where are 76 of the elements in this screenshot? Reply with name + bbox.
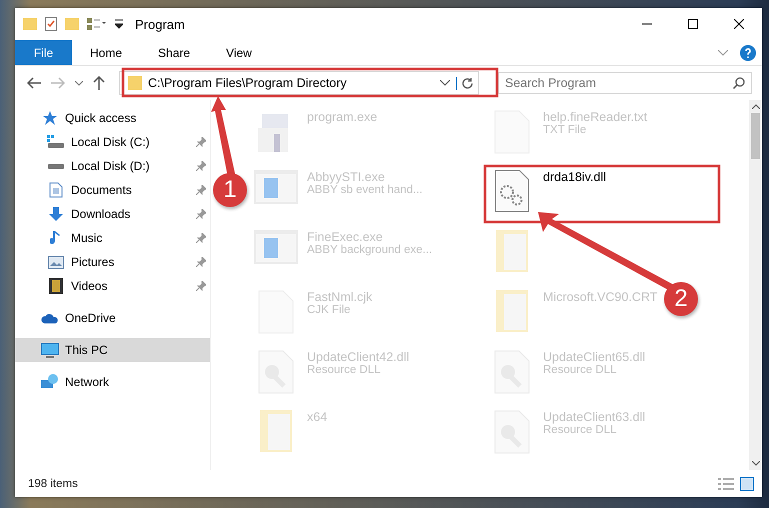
- ribbon-tab[interactable]: Share: [140, 46, 208, 60]
- properties-icon: [45, 17, 57, 31]
- star-icon: [42, 110, 58, 126]
- file-name: UpdateClient65.dll: [543, 349, 646, 364]
- music-note-icon: [50, 230, 62, 246]
- file-type: ABBY background exe...: [307, 244, 432, 256]
- sidebar-item[interactable]: Music: [15, 226, 210, 250]
- file-name: help.fineReader.txt: [543, 109, 648, 124]
- file-type: Resource DLL: [307, 364, 382, 376]
- folder-icon: [260, 410, 292, 452]
- folder-icon: [128, 76, 142, 90]
- file-name: UpdateClient42.dll: [307, 349, 410, 364]
- file-menu-button[interactable]: File: [15, 40, 72, 65]
- chevron-down-icon[interactable]: [75, 80, 83, 86]
- help-icon[interactable]: [740, 44, 756, 60]
- search-icon: [733, 77, 745, 89]
- sidebar-item[interactable]: Videos: [15, 274, 210, 298]
- scrollbar-thumb[interactable]: [751, 113, 760, 159]
- address-bar[interactable]: C:\Program Files\Program Directory: [119, 71, 479, 95]
- maximize-icon[interactable]: [688, 19, 698, 29]
- sidebar-item[interactable]: Pictures: [15, 250, 210, 274]
- cloud-icon: [41, 312, 59, 324]
- sidebar-item[interactable]: Local Disk (C:): [15, 130, 210, 154]
- file-name: drda18iv.dll: [543, 169, 606, 184]
- refresh-icon[interactable]: [456, 76, 474, 90]
- file-type: TXT File: [543, 124, 588, 136]
- file-item[interactable]: drda18iv.dll: [485, 164, 610, 224]
- ribbon-tab[interactable]: Home: [72, 46, 140, 60]
- sidebar-item[interactable]: Documents: [15, 178, 210, 202]
- search-field[interactable]: Search Program: [498, 72, 752, 94]
- back-arrow-icon[interactable]: [27, 77, 41, 89]
- details-view-icon[interactable]: [718, 476, 734, 490]
- file-name: program.exe: [307, 109, 378, 124]
- sidebar-item[interactable]: This PC: [15, 338, 210, 362]
- sidebar-item[interactable]: Downloads: [15, 202, 210, 226]
- film-icon: [49, 278, 63, 294]
- file-name: x64: [307, 409, 328, 424]
- file-name: UpdateClient63.dll: [543, 409, 646, 424]
- ribbon-tab[interactable]: View: [208, 46, 270, 60]
- chevron-down-icon[interactable]: [440, 80, 450, 86]
- scroll-up-icon[interactable]: [752, 104, 760, 109]
- picture-icon: [48, 256, 64, 268]
- window-icon: [254, 170, 298, 204]
- gear-file-icon: [495, 170, 529, 212]
- sidebar-item[interactable]: Network: [15, 370, 210, 394]
- file-type: Resource DLL: [543, 424, 618, 436]
- folder-icon: [496, 230, 528, 272]
- file-name: AbbyySTI.exe: [307, 169, 386, 184]
- file-type: Resource DLL: [543, 364, 618, 376]
- folder-icon: [496, 290, 528, 332]
- up-arrow-icon[interactable]: [93, 76, 105, 90]
- scroll-down-icon[interactable]: [752, 461, 760, 466]
- scrollbar[interactable]: [749, 100, 762, 470]
- drive-icon: [47, 162, 65, 170]
- dropdown-icon: [115, 19, 123, 29]
- view-options-icon: [87, 18, 107, 30]
- folder-icon: [23, 18, 37, 30]
- network-icon: [41, 374, 59, 390]
- file-type: ABBY sb event hand...: [307, 184, 423, 196]
- drive-icon: [47, 135, 65, 149]
- file-type: CJK File: [307, 304, 352, 316]
- window-icon: [254, 230, 298, 264]
- window-title: Program: [135, 16, 185, 32]
- close-icon[interactable]: [734, 19, 744, 29]
- sidebar-item[interactable]: OneDrive: [15, 306, 210, 330]
- item-count: 198 items: [28, 478, 78, 490]
- sidebar-item[interactable]: Quick access: [15, 106, 210, 130]
- folder-icon: [65, 18, 79, 30]
- document-icon: [49, 182, 63, 198]
- sidebar-item[interactable]: Local Disk (D:): [15, 154, 210, 178]
- monitor-icon: [41, 342, 59, 358]
- file-name: FastNml.cjk: [307, 289, 372, 304]
- download-arrow-icon: [48, 206, 64, 222]
- large-icons-view-icon[interactable]: [740, 476, 754, 490]
- file-name: Microsoft.VC90.CRT: [543, 289, 658, 304]
- file-name: FineExec.exe: [307, 229, 384, 244]
